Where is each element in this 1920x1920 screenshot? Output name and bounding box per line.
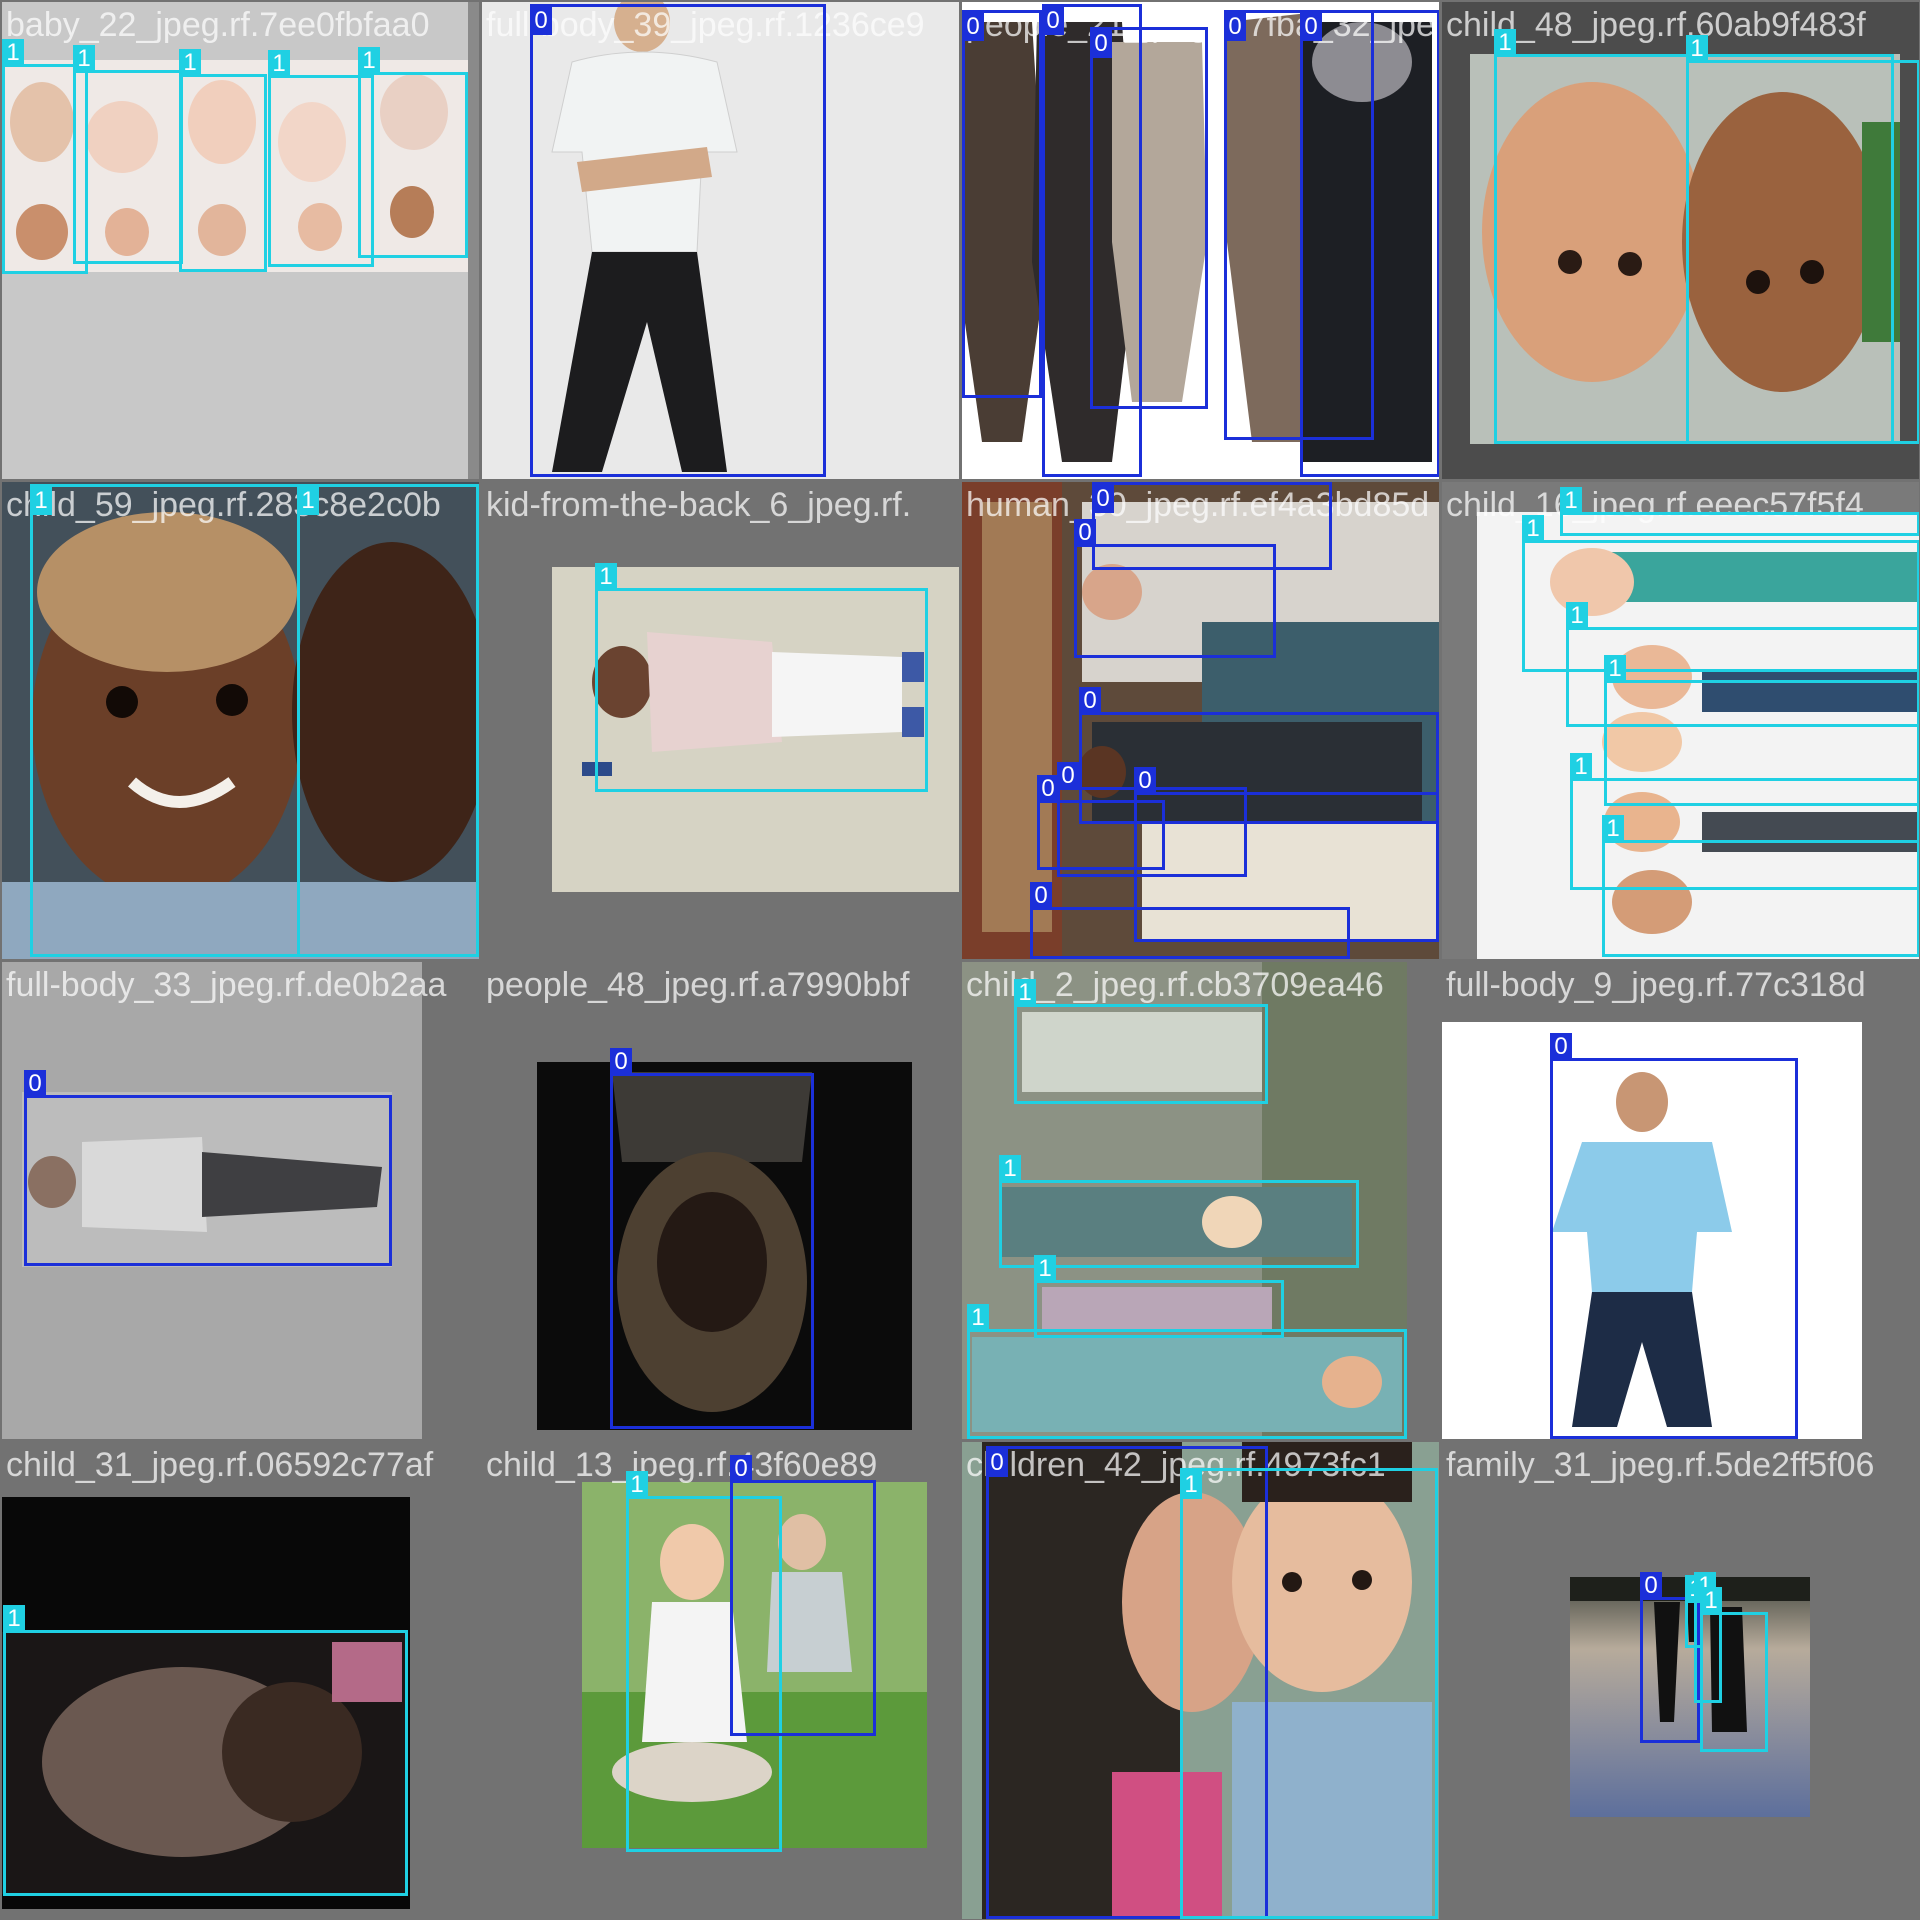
class-label-tag: 1 (179, 49, 201, 77)
tile-child-59: child_59_jpeg.rf.283c8e2c0b 11 (2, 482, 479, 959)
class-label-tag: 1 (1180, 1471, 1202, 1499)
tile-people-48: people_48_jpeg.rf.a7990bbf 0 (482, 962, 959, 1439)
class-label-tag: 0 (1092, 485, 1114, 513)
class-label-tag: 1 (1604, 655, 1626, 683)
class-label-tag: 0 (610, 1048, 632, 1076)
tile-full-body-9: full-body_9_jpeg.rf.77c318d 0 (1442, 962, 1919, 1439)
class-label-tag: 1 (595, 563, 617, 591)
class-label-tag: 0 (1074, 519, 1096, 547)
class-label-tag: 0 (1224, 13, 1246, 41)
tile-child-13: child_13_jpeg.rf.43f60e89 10 (482, 1442, 959, 1919)
bounding-box-class-1: 1 (1602, 815, 1919, 957)
bounding-box-class-0: 0 (610, 1048, 814, 1429)
class-label-tag: 0 (730, 1455, 752, 1483)
bounding-box-class-0: 0 (1300, 10, 1439, 477)
bounding-box-class-0: 0 (24, 1070, 392, 1266)
class-label-tag: 1 (3, 1605, 25, 1633)
class-label-tag: 1 (1494, 29, 1516, 57)
class-label-tag: 0 (962, 13, 984, 41)
tile-human-30: human_30_jpeg.rf.ef4a3bd85d 0000000 (962, 482, 1439, 959)
tile-child-48: child_48_jpeg.rf.60ab9f483f 11 (1442, 2, 1919, 479)
bounding-box-class-1: 1 (1560, 487, 1919, 536)
class-label-tag: 1 (1560, 487, 1582, 515)
bounding-box-class-1: 1 (595, 563, 928, 792)
class-label-tag: 1 (297, 487, 319, 515)
class-label-tag: 1 (358, 47, 380, 75)
class-label-tag: 0 (1030, 882, 1052, 910)
class-label-tag: 1 (1034, 1255, 1056, 1283)
bounding-box-class-1: 1 (30, 484, 300, 957)
bounding-box-class-0: 0 (962, 10, 1042, 398)
class-label-tag: 0 (1550, 1033, 1572, 1061)
class-label-tag: 0 (530, 7, 552, 35)
class-label-tag: 0 (1079, 687, 1101, 715)
class-label-tag: 1 (1570, 753, 1592, 781)
bounding-box-class-1: 1 (3, 1605, 408, 1896)
tile-child-16: child_16_jpeg.rf.eeec57f5f4 111111 (1442, 482, 1919, 959)
bounding-box-class-1: 1 (1180, 1468, 1438, 1919)
tile-full-body-33: full-body_33_jpeg.rf.de0b2aa 0 (2, 962, 479, 1439)
tile-child-2: child_2_jpeg.rf.cb3709ea46 1111 (962, 962, 1439, 1439)
bounding-box-class-0: 0 (730, 1455, 876, 1736)
tile-child-31: child_31_jpeg.rf.06592c77af 1 (2, 1442, 479, 1919)
class-label-tag: 1 (1686, 35, 1708, 63)
class-label-tag: 0 (1090, 30, 1112, 58)
class-label-tag: 0 (1057, 762, 1079, 790)
class-label-tag: 0 (24, 1070, 46, 1098)
bounding-box-class-1: 1 (1686, 35, 1919, 444)
bounding-box-class-0: 0 (1074, 519, 1276, 658)
class-label-tag: 1 (967, 1304, 989, 1332)
class-label-tag: 1 (1700, 1587, 1722, 1615)
bounding-box-class-1: 1 (967, 1304, 1407, 1439)
class-label-tag: 1 (268, 50, 290, 78)
bounding-box-class-0: 0 (1030, 882, 1350, 959)
bounding-box-class-1: 1 (73, 45, 183, 264)
training-batch-mosaic: baby_22_jpeg.rf.7ee0fbfaa0 11111 full-bo… (0, 0, 1920, 1920)
bounding-box-class-1: 1 (1700, 1587, 1768, 1752)
tile-family-31: family_31_jpeg.rf.5de2ff5f06 0111 (1442, 1442, 1919, 1919)
class-label-tag: 0 (1640, 1572, 1662, 1600)
bounding-box-class-1: 1 (358, 47, 468, 258)
tile-baby-22: baby_22_jpeg.rf.7ee0fbfaa0 11111 (2, 2, 479, 479)
tile-children-42: children_42_jpeg.rf.4973fc1 01 (962, 1442, 1439, 1919)
tile-people-21: people_21_jpeg.rf.7fba_32_jpeg 00000 (962, 2, 1439, 479)
bounding-box-class-0: 0 (1550, 1033, 1798, 1439)
tile-full-body-39: full-body_39_jpeg.rf.1236ce9 0 (482, 2, 959, 479)
bounding-box-class-1: 1 (297, 484, 479, 957)
class-label-tag: 0 (1037, 775, 1059, 803)
class-label-tag: 1 (1522, 515, 1544, 543)
class-label-tag: 1 (1014, 979, 1036, 1007)
class-label-tag: 1 (2, 39, 24, 67)
class-label-tag: 1 (1602, 815, 1624, 843)
class-label-tag: 1 (626, 1471, 648, 1499)
class-label-tag: 1 (73, 45, 95, 73)
class-label-tag: 0 (986, 1449, 1008, 1477)
bounding-box-class-1: 1 (1014, 979, 1268, 1104)
tile-kid-back-6: kid-from-the-back_6_jpeg.rf. 1 (482, 482, 959, 959)
bounding-box-class-0: 0 (1090, 27, 1208, 409)
class-label-tag: 1 (1566, 602, 1588, 630)
class-label-tag: 0 (1134, 767, 1156, 795)
class-label-tag: 0 (1300, 13, 1322, 41)
class-label-tag: 1 (30, 487, 52, 515)
bounding-box-class-0: 0 (530, 4, 826, 477)
class-label-tag: 1 (999, 1155, 1021, 1183)
bounding-box-class-1: 1 (179, 49, 267, 272)
class-label-tag: 0 (1042, 7, 1064, 35)
